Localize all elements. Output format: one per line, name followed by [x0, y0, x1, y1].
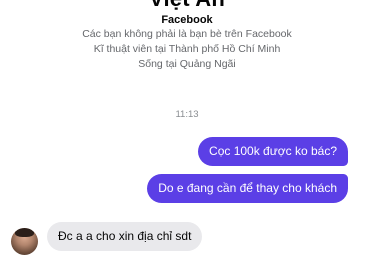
- profile-work: Kĩ thuật viên tại Thành phố Hồ Chí Minh: [93, 43, 281, 55]
- profile-header: Việt An Facebook Các bạn không phải là b…: [0, 0, 374, 72]
- contact-avatar[interactable]: [11, 228, 38, 255]
- profile-name[interactable]: Việt An: [0, 0, 374, 12]
- profile-friend-status: Các bạn không phải là bạn bè trên Facebo…: [82, 28, 292, 40]
- outgoing-message[interactable]: Cọc 100k được ko bác?: [198, 137, 348, 166]
- incoming-message[interactable]: Đc a a cho xin địa chỉ sdt: [47, 222, 203, 251]
- message-timestamp: 11:13: [175, 109, 199, 120]
- messenger-chat-screen: Việt An Facebook Các bạn không phải là b…: [0, 0, 374, 257]
- profile-location: Sống tại Quảng Ngãi: [138, 58, 236, 70]
- profile-source: Facebook: [161, 14, 213, 26]
- outgoing-message[interactable]: Do e đang cần để thay cho khách: [147, 174, 348, 203]
